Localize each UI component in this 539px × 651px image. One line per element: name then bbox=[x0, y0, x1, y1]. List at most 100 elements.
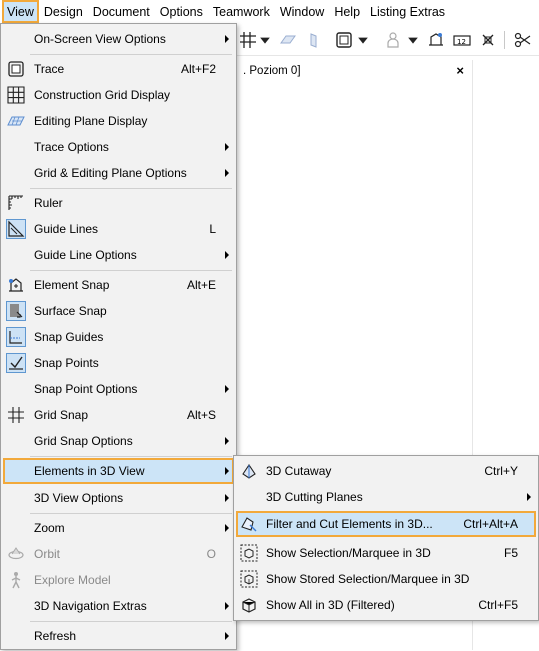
menu-item-shortcut: Alt+F2 bbox=[180, 62, 216, 76]
menu-item-show-selection-in-3d[interactable]: Show Selection/Marquee in 3D F5 bbox=[236, 541, 536, 565]
surface-snap-icon bbox=[6, 301, 26, 321]
scissors-toolbar-icon[interactable] bbox=[512, 29, 534, 51]
menu-item-label: Show All in 3D (Filtered) bbox=[266, 598, 395, 612]
snap-toolbar-icon[interactable] bbox=[425, 29, 447, 51]
menu-document[interactable]: Document bbox=[88, 0, 155, 23]
menu-item-grid-snap-options[interactable]: Grid Snap Options bbox=[3, 429, 234, 453]
dropdown-arrow-icon[interactable] bbox=[407, 29, 419, 51]
menu-item-3d-cutting-planes[interactable]: 3D Cutting Planes bbox=[236, 485, 536, 509]
menu-separator bbox=[30, 54, 232, 55]
submenu-arrow-icon bbox=[225, 169, 229, 177]
svg-text:12: 12 bbox=[457, 38, 466, 46]
menu-item-label: Trace bbox=[34, 62, 65, 76]
menu-item-3d-navigation-extras[interactable]: 3D Navigation Extras bbox=[3, 594, 234, 618]
menu-item-on-screen-view-options[interactable]: On-Screen View Options bbox=[3, 27, 234, 51]
menu-teamwork[interactable]: Teamwork bbox=[208, 0, 275, 23]
submenu-arrow-icon bbox=[225, 251, 229, 259]
editing-plane-icon bbox=[6, 111, 26, 131]
submenu-arrow-icon bbox=[225, 437, 229, 445]
submenu-arrow-icon bbox=[527, 493, 531, 501]
menu-item-snap-guides[interactable]: Snap Guides bbox=[3, 325, 234, 349]
menu-item-grid-snap[interactable]: Grid Snap Alt+S bbox=[3, 403, 234, 427]
grid-toolbar-icon[interactable] bbox=[237, 29, 259, 51]
menu-item-label: Show Selection/Marquee in 3D bbox=[266, 546, 431, 560]
submenu-arrow-icon bbox=[225, 494, 229, 502]
cutaway-icon bbox=[239, 461, 259, 481]
menu-item-label: Snap Guides bbox=[34, 330, 104, 344]
menu-item-filter-and-cut-elements[interactable]: Filter and Cut Elements in 3D... Ctrl+Al… bbox=[236, 511, 536, 537]
menu-separator bbox=[30, 188, 232, 189]
dropdown-arrow-icon[interactable] bbox=[357, 29, 369, 51]
snap-guides-icon bbox=[6, 327, 26, 347]
menu-item-label: Elements in 3D View bbox=[34, 464, 145, 478]
menu-item-shortcut: Alt+E bbox=[186, 278, 216, 292]
menu-item-label: Guide Lines bbox=[34, 222, 99, 236]
menu-item-element-snap[interactable]: Element Snap Alt+E bbox=[3, 273, 234, 297]
grid-snap-icon bbox=[6, 405, 26, 425]
document-tab[interactable]: . Poziom 0] × bbox=[237, 60, 472, 82]
grid-icon bbox=[6, 85, 26, 105]
ruler-icon bbox=[6, 193, 26, 213]
menu-separator bbox=[30, 513, 232, 514]
menu-item-construction-grid-display[interactable]: Construction Grid Display bbox=[3, 83, 234, 107]
menu-listing-extras[interactable]: Listing Extras bbox=[365, 0, 450, 23]
toolbar: 12 bbox=[237, 25, 539, 56]
view-menu: On-Screen View Options Trace Alt+F2 Cons… bbox=[0, 23, 237, 650]
menu-item-editing-plane-display[interactable]: Editing Plane Display bbox=[3, 109, 234, 133]
menu-item-shortcut: F5 bbox=[503, 546, 518, 560]
menu-item-label: Trace Options bbox=[34, 140, 109, 154]
dropdown-arrow-icon[interactable] bbox=[259, 29, 271, 51]
trace-icon bbox=[6, 59, 26, 79]
menu-item-shortcut: Ctrl+F5 bbox=[478, 598, 518, 612]
walking-person-icon bbox=[6, 570, 26, 590]
toolbar-separator bbox=[504, 31, 505, 49]
menu-item-label: Orbit bbox=[34, 547, 61, 561]
menu-item-show-all-in-3d[interactable]: Show All in 3D (Filtered) Ctrl+F5 bbox=[236, 593, 536, 617]
menu-item-snap-point-options[interactable]: Snap Point Options bbox=[3, 377, 234, 401]
person-toolbar-icon[interactable] bbox=[382, 29, 404, 51]
elements-in-3d-submenu: 3D Cutaway Ctrl+Y 3D Cutting Planes Filt… bbox=[233, 455, 539, 621]
menu-options[interactable]: Options bbox=[155, 0, 208, 23]
menu-item-label: Construction Grid Display bbox=[34, 88, 171, 102]
close-icon[interactable]: × bbox=[456, 63, 464, 78]
orbit-icon bbox=[6, 544, 26, 564]
menu-item-label: Grid Snap Options bbox=[34, 434, 133, 448]
selection-cube-icon bbox=[239, 543, 259, 563]
filter-cut-icon bbox=[239, 514, 259, 534]
menu-item-guide-line-options[interactable]: Guide Line Options bbox=[3, 243, 234, 267]
menu-item-zoom[interactable]: Zoom bbox=[3, 516, 234, 540]
window-toolbar-icon[interactable] bbox=[333, 29, 355, 51]
ruler-toolbar-icon[interactable]: 12 bbox=[451, 29, 473, 51]
menu-item-3d-view-options[interactable]: 3D View Options bbox=[3, 486, 234, 510]
menu-item-refresh[interactable]: Refresh bbox=[3, 624, 234, 648]
menu-item-show-stored-selection[interactable]: Show Stored Selection/Marquee in 3D bbox=[236, 567, 536, 591]
menu-window[interactable]: Window bbox=[275, 0, 329, 23]
crosshair-toolbar-icon[interactable] bbox=[477, 29, 499, 51]
editing-plane-toolbar-icon[interactable] bbox=[277, 29, 299, 51]
menu-item-orbit: Orbit O bbox=[3, 542, 234, 566]
menu-item-snap-points[interactable]: Snap Points bbox=[3, 351, 234, 375]
menu-item-shortcut: O bbox=[206, 547, 216, 561]
menu-item-label: Refresh bbox=[34, 629, 77, 643]
menu-item-elements-in-3d-view[interactable]: Elements in 3D View bbox=[3, 458, 234, 484]
plane-side-toolbar-icon[interactable] bbox=[303, 29, 325, 51]
menu-item-grid-editing-plane-options[interactable]: Grid & Editing Plane Options bbox=[3, 161, 234, 185]
menu-item-guide-lines[interactable]: Guide Lines L bbox=[3, 217, 234, 241]
menu-item-label: Guide Line Options bbox=[34, 248, 137, 262]
cube-icon bbox=[239, 595, 259, 615]
menu-help[interactable]: Help bbox=[329, 0, 365, 23]
menu-item-label: Element Snap bbox=[34, 278, 110, 292]
menu-item-label: On-Screen View Options bbox=[34, 32, 166, 46]
menu-item-label: Ruler bbox=[34, 196, 63, 210]
menu-item-shortcut: Ctrl+Y bbox=[484, 464, 518, 478]
menu-item-3d-cutaway[interactable]: 3D Cutaway Ctrl+Y bbox=[236, 459, 536, 483]
document-tab-title: . Poziom 0] bbox=[243, 65, 301, 77]
stored-selection-icon bbox=[239, 569, 259, 589]
menu-view[interactable]: View bbox=[2, 0, 39, 23]
menu-item-trace-options[interactable]: Trace Options bbox=[3, 135, 234, 159]
menu-design[interactable]: Design bbox=[39, 0, 88, 23]
menu-item-label: Grid Snap bbox=[34, 408, 89, 422]
menu-item-trace[interactable]: Trace Alt+F2 bbox=[3, 57, 234, 81]
menu-item-ruler[interactable]: Ruler bbox=[3, 191, 234, 215]
menu-item-surface-snap[interactable]: Surface Snap bbox=[3, 299, 234, 323]
